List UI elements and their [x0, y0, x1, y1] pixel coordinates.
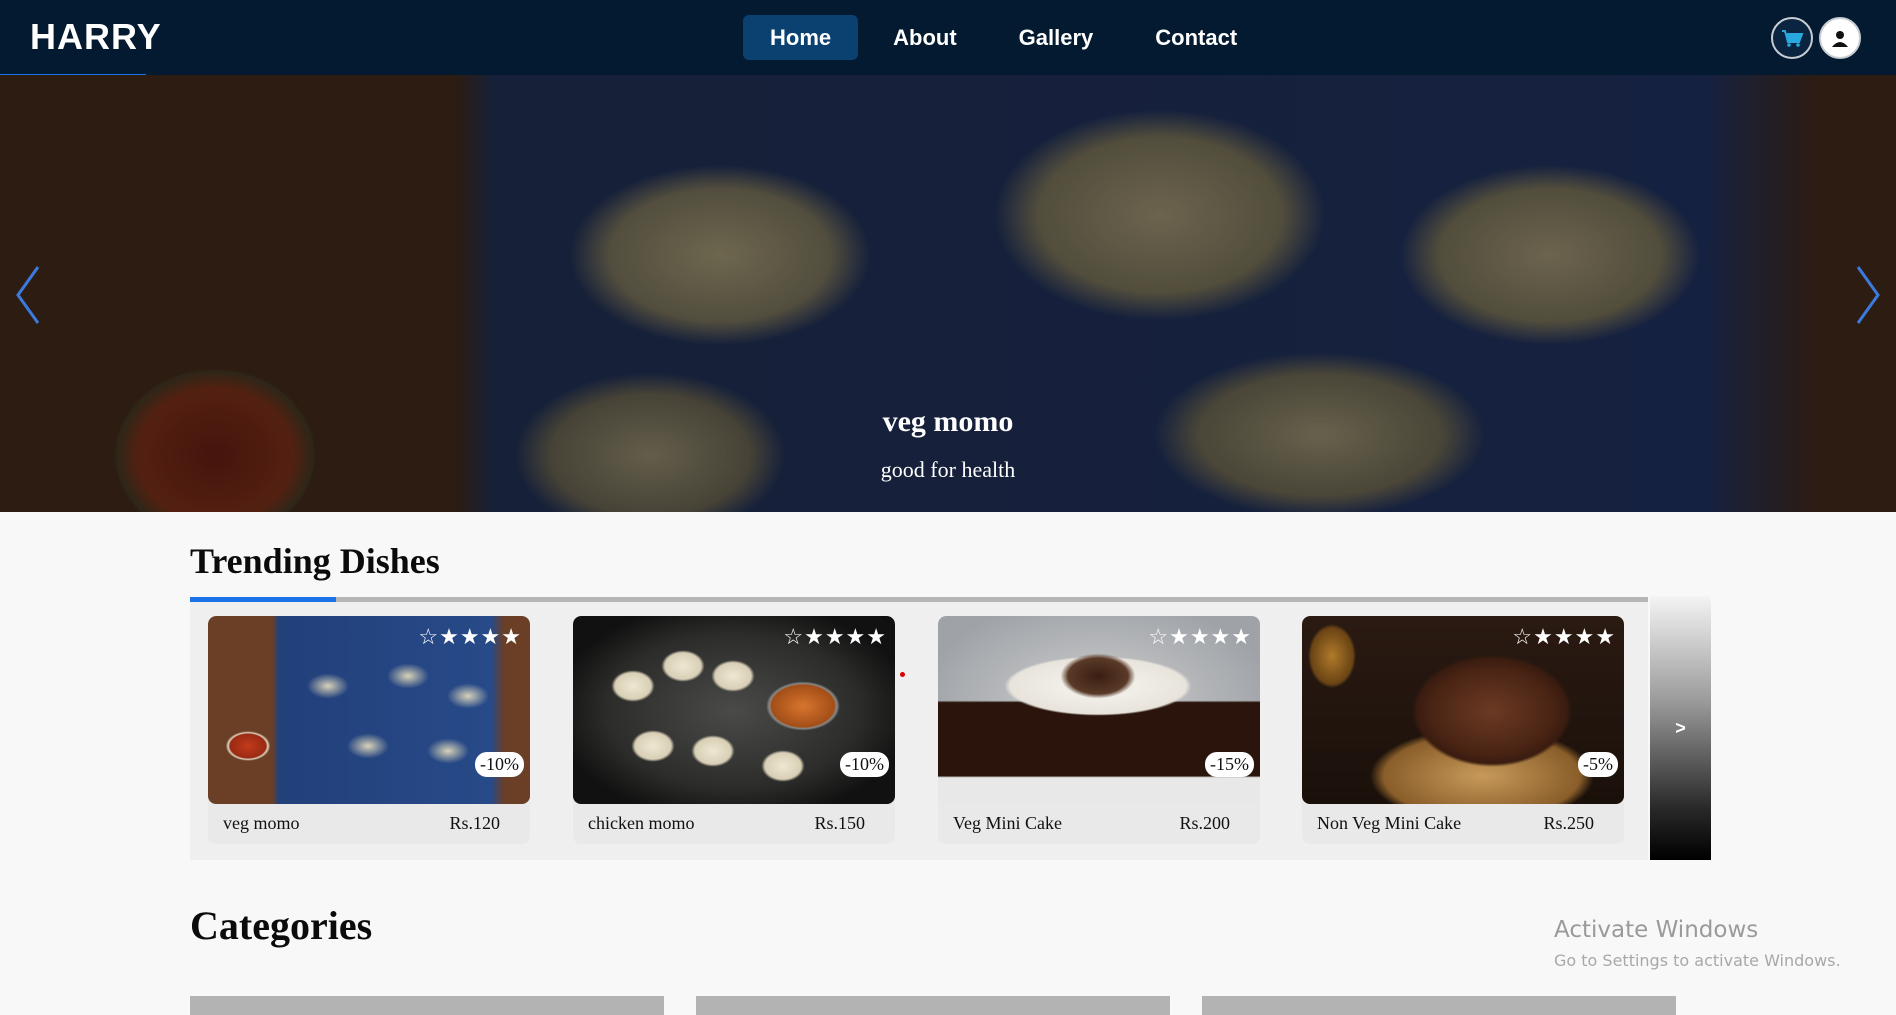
rating-stars: ☆★★★★: [1148, 624, 1252, 649]
nav-home[interactable]: Home: [743, 15, 859, 60]
hero-prev-arrow-icon[interactable]: [8, 255, 48, 335]
hero-title: veg momo: [882, 405, 1014, 438]
discount-badge: -10%: [840, 752, 889, 777]
dish-name: Veg Mini Cake: [953, 813, 1062, 833]
red-dot: [900, 672, 905, 677]
nav-about[interactable]: About: [866, 15, 984, 60]
hero-subtitle: good for health: [880, 457, 1016, 482]
discount-badge: -15%: [1205, 752, 1254, 777]
rating-stars: ☆★★★★: [1512, 624, 1616, 649]
nav-contact[interactable]: Contact: [1128, 15, 1264, 60]
dish-price: Rs.250: [1543, 813, 1594, 833]
dish-price: Rs.150: [814, 813, 865, 833]
hero-image: [0, 75, 1896, 512]
dish-name: Non Veg Mini Cake: [1317, 813, 1462, 833]
trending-title: Trending Dishes: [190, 541, 440, 581]
categories-title: Categories: [190, 903, 373, 948]
dish-card[interactable]: ☆★★★★ -15% Veg Mini Cake Rs.200: [938, 616, 1260, 844]
rating-stars: ☆★★★★: [418, 624, 522, 649]
dish-card[interactable]: ☆★★★★ -10% chicken momo Rs.150: [573, 616, 895, 844]
hero-next-arrow-icon[interactable]: [1848, 255, 1888, 335]
user-icon[interactable]: [1819, 17, 1861, 59]
category-card[interactable]: [696, 996, 1170, 1015]
hero-carousel: veg momo good for health: [0, 75, 1896, 512]
activate-windows-subtitle: Go to Settings to activate Windows.: [1554, 951, 1841, 970]
navbar: HARRY Home About Gallery Contact: [0, 0, 1896, 75]
dish-price: Rs.120: [449, 813, 500, 833]
dish-name: chicken momo: [588, 813, 695, 833]
nav-links: Home About Gallery Contact: [743, 15, 1264, 60]
carousel-next-button[interactable]: >: [1650, 596, 1711, 860]
dish-price: Rs.200: [1179, 813, 1230, 833]
discount-badge: -10%: [475, 752, 524, 777]
nav-gallery[interactable]: Gallery: [992, 15, 1121, 60]
activate-windows-title: Activate Windows: [1554, 917, 1759, 943]
dish-name: veg momo: [223, 813, 300, 833]
dish-card[interactable]: ☆★★★★ -10% veg momo Rs.120: [208, 616, 530, 844]
cart-icon[interactable]: [1771, 17, 1813, 59]
category-card[interactable]: [1202, 996, 1676, 1015]
rating-stars: ☆★★★★: [783, 624, 887, 649]
dish-card[interactable]: ☆★★★★ -5% Non Veg Mini Cake Rs.250: [1302, 616, 1624, 844]
brand-logo[interactable]: HARRY: [30, 16, 162, 58]
discount-badge: -5%: [1578, 752, 1618, 777]
category-card[interactable]: [190, 996, 664, 1015]
